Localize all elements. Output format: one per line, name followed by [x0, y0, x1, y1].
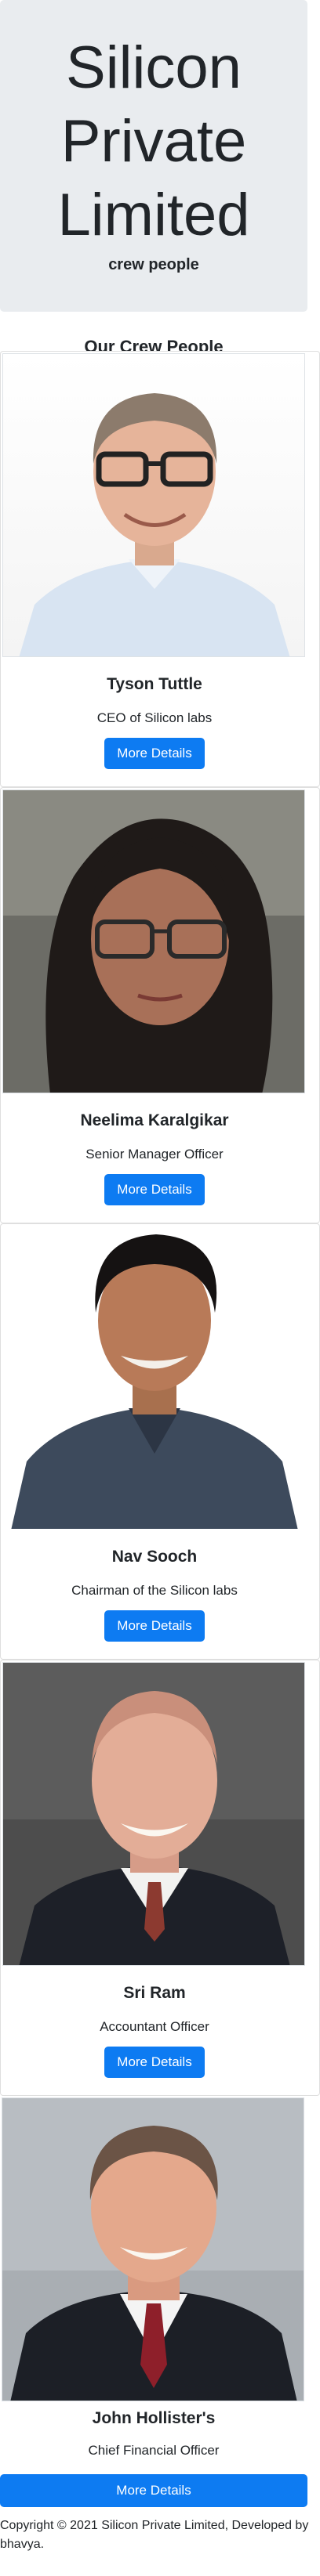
- crew-role: Chief Financial Officer: [88, 2443, 220, 2458]
- crew-role: Accountant Officer: [100, 2019, 209, 2034]
- crew-photo: [2, 789, 305, 1093]
- crew-card: John Hollister's Chief Financial Officer…: [0, 2096, 320, 2536]
- crew-card: Nav Sooch Chairman of the Silicon labs M…: [0, 1223, 320, 1660]
- crew-photo: [2, 1662, 305, 1966]
- more-details-button[interactable]: More Details: [104, 738, 205, 769]
- crew-role: Chairman of the Silicon labs: [71, 1583, 238, 1598]
- crew-name: Nav Sooch: [111, 1548, 198, 1566]
- crew-photo: [2, 353, 305, 657]
- crew-name: Tyson Tuttle: [107, 675, 202, 693]
- crew-name: Sri Ram: [123, 1984, 186, 2002]
- more-details-button[interactable]: More Details: [0, 2474, 307, 2507]
- crew-photo: [2, 2097, 304, 2401]
- crew-card: Neelima Karalgikar Senior Manager Office…: [0, 787, 320, 1223]
- more-details-button[interactable]: More Details: [104, 2047, 205, 2078]
- crew-role: Senior Manager Officer: [85, 1147, 224, 1162]
- page-subtitle: crew people: [108, 256, 199, 273]
- more-details-button[interactable]: More Details: [104, 1174, 205, 1205]
- jumbotron: Silicon Private Limited crew people: [0, 0, 307, 312]
- footer-copyright: Copyright © 2021 Silicon Private Limited…: [0, 2519, 309, 2551]
- crew-name: John Hollister's: [92, 2409, 216, 2427]
- more-details-button[interactable]: More Details: [104, 1610, 205, 1642]
- crew-role: CEO of Silicon labs: [96, 710, 213, 725]
- crew-photo: [2, 1226, 305, 1530]
- page-title: Silicon Private Limited: [57, 34, 250, 248]
- crew-name: Neelima Karalgikar: [80, 1111, 229, 1129]
- crew-card: Sri Ram Accountant Officer More Details: [0, 1660, 320, 2096]
- crew-card: Tyson Tuttle CEO of Silicon labs More De…: [0, 351, 320, 787]
